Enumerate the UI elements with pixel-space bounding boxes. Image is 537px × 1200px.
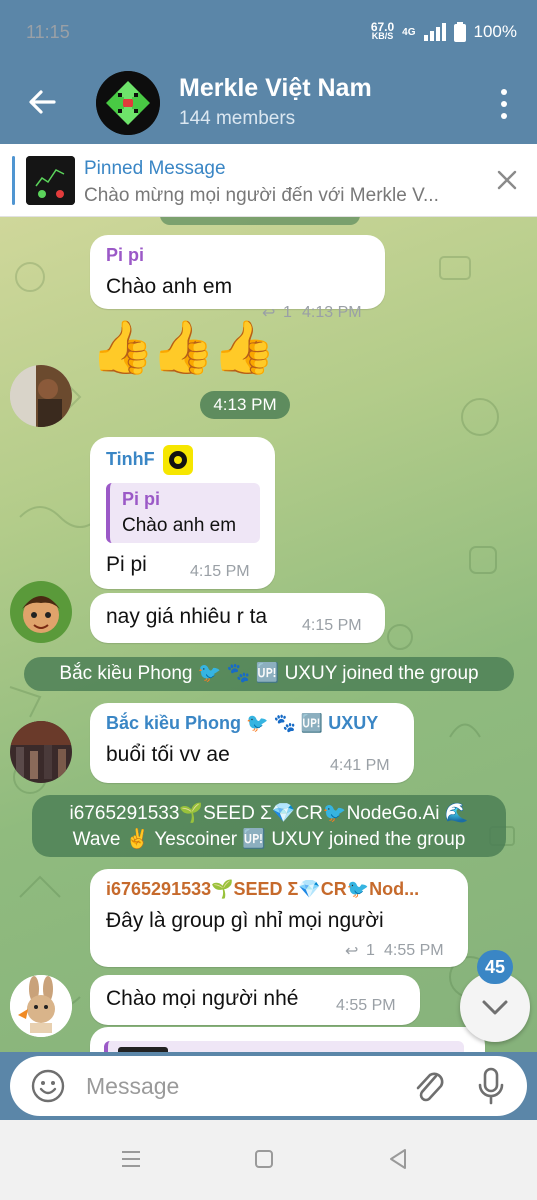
back-nav-icon[interactable] — [383, 1144, 413, 1174]
message-time: 4:13 PM — [302, 304, 362, 321]
signal-icon — [423, 23, 446, 41]
partial-service-pill — [160, 217, 360, 225]
phone-screenshot-thumbnail — [26, 156, 75, 205]
service-message: Bắc kiều Phong 🐦 🐾 🆙 UXUY joined the gro… — [24, 657, 514, 691]
message-text: buổi tối vv ae — [106, 743, 230, 766]
message-sender[interactable]: Bắc kiều Phong 🐦 🐾 🆙 UXUY — [106, 713, 378, 734]
service-line: i6765291533🌱SEED Σ💎CR🐦NodeGo.Ai 🌊 — [69, 803, 469, 824]
pinned-thumbnail — [26, 156, 75, 205]
quoted-reply — [104, 1041, 464, 1052]
message-text: Đây là group gì nhỉ mọi người — [106, 909, 384, 932]
net-speed: 67.0 KB/S — [370, 20, 395, 41]
date-chip: 4:13 PM — [200, 391, 290, 419]
reply-count[interactable]: 1 — [366, 942, 375, 960]
message-composer — [10, 1056, 527, 1116]
reply-count-icon[interactable]: ↩ — [345, 941, 358, 961]
user-avatar[interactable] — [10, 581, 72, 643]
message-text: Chào anh em — [106, 275, 233, 298]
message-bubble[interactable]: nay giá nhiêu r ta 4:15 PM — [90, 593, 385, 643]
pinned-message-bar[interactable]: Pinned Message Chào mừng mọi người đến v… — [0, 144, 537, 217]
reply-count[interactable]: 1 — [283, 304, 292, 322]
message-bubble[interactable]: i6765291533🌱SEED Σ💎CR🐦Nod... Đây là grou… — [90, 869, 468, 967]
bunny-avatar — [10, 975, 72, 1037]
user-avatar[interactable] — [10, 721, 72, 783]
message-input[interactable] — [86, 1066, 386, 1106]
quoted-reply[interactable]: Pi pi Chào anh em — [106, 483, 260, 543]
message-time: 4:15 PM — [302, 617, 362, 634]
message-text: Chào mọi người nhé — [106, 987, 299, 1010]
message-time: 4:41 PM — [330, 757, 390, 774]
chat-header: Merkle Việt Nam 144 members — [0, 62, 537, 144]
street-photo-avatar — [10, 721, 72, 783]
emoji-message[interactable]: 👍👍👍 — [90, 317, 276, 378]
message-bubble[interactable]: Chào mọi người nhé 4:55 PM — [90, 975, 420, 1025]
emoji-icon[interactable] — [30, 1068, 66, 1104]
message-text: nay giá nhiêu r ta — [106, 605, 268, 628]
battery-icon — [453, 22, 466, 42]
message-sender[interactable]: Pi pi — [106, 245, 144, 266]
paperclip-icon[interactable] — [410, 1066, 446, 1106]
pinned-indicator — [12, 156, 15, 205]
status-time: 11:15 — [26, 22, 70, 42]
member-count: 144 members — [179, 108, 296, 129]
person-photo — [10, 365, 72, 427]
pinned-text: Chào mừng mọi người đến với Merkle V... — [84, 185, 439, 206]
message-time: 4:15 PM — [190, 563, 250, 580]
message-sender[interactable]: i6765291533🌱SEED Σ💎CR🐦Nod... — [106, 879, 456, 900]
user-avatar[interactable] — [10, 975, 72, 1037]
message-bubble[interactable] — [90, 1027, 485, 1052]
microphone-icon[interactable] — [476, 1066, 506, 1106]
quoted-text: Chào anh em — [122, 515, 237, 536]
message-bubble[interactable]: TinhF Pi pi Chào anh em Pi pi 4:15 PM — [90, 437, 275, 589]
unread-count-badge: 45 — [477, 950, 513, 984]
quoted-thumbnail — [118, 1047, 168, 1052]
message-sender[interactable]: TinhF — [106, 449, 155, 470]
user-avatar[interactable] — [10, 365, 72, 427]
battery-percent: 100% — [473, 22, 517, 41]
service-line: Wave ✌️ Yescoiner 🆙 UXUY joined the grou… — [72, 829, 466, 850]
close-icon[interactable] — [495, 168, 519, 192]
service-message: i6765291533🌱SEED Σ💎CR🐦NodeGo.Ai 🌊 Wave ✌… — [32, 795, 506, 857]
chat-area[interactable]: Pi pi Chào anh em ↩ 1 4:13 PM 👍👍👍 4:13 P… — [0, 217, 537, 1052]
message-bubble[interactable]: Pi pi Chào anh em ↩ 1 4:13 PM — [90, 235, 385, 322]
cartoon-boy-avatar — [10, 581, 72, 643]
quoted-sender: Pi pi — [122, 489, 161, 509]
status-icons: 67.0 KB/S 4G 100% — [370, 20, 517, 42]
recents-icon[interactable] — [116, 1144, 146, 1174]
message-text: Pi pi — [106, 553, 147, 576]
home-icon[interactable] — [249, 1144, 279, 1174]
group-avatar[interactable] — [96, 71, 160, 135]
network-type: 4G — [402, 26, 416, 38]
message-time: 4:55 PM — [384, 942, 444, 959]
emoji-status-icon — [163, 445, 193, 475]
pinned-title: Pinned Message — [84, 158, 226, 179]
more-menu-icon[interactable] — [499, 86, 509, 122]
scroll-down-control[interactable]: 45 — [460, 950, 530, 1050]
back-arrow-icon[interactable] — [24, 84, 60, 120]
system-nav-bar — [0, 1120, 537, 1200]
merkle-logo-icon — [96, 71, 160, 135]
message-time: 4:55 PM — [336, 997, 396, 1014]
status-bar: 11:15 67.0 KB/S 4G 100% — [0, 0, 537, 62]
message-bubble[interactable]: Bắc kiều Phong 🐦 🐾 🆙 UXUY buổi tối vv ae… — [90, 703, 414, 783]
chat-title[interactable]: Merkle Việt Nam — [179, 74, 372, 103]
